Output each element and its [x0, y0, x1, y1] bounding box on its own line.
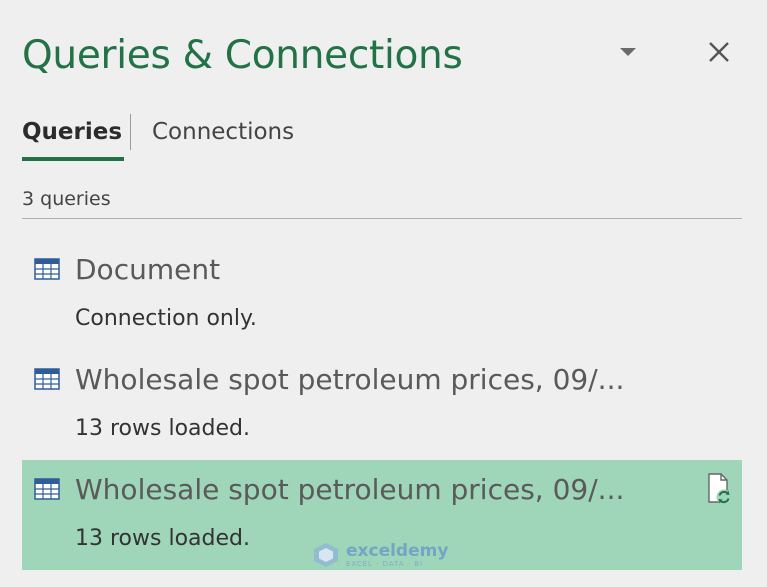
watermark-name: exceldemy — [346, 540, 449, 561]
query-status: 13 rows loaded. — [75, 526, 250, 551]
query-name: Document — [75, 253, 221, 286]
table-icon — [34, 478, 60, 500]
watermark-tagline: EXCEL · DATA · BI — [346, 559, 424, 568]
tab-connections[interactable]: Connections — [152, 112, 294, 152]
pane-options-dropdown[interactable] — [617, 44, 639, 60]
table-icon — [34, 258, 60, 280]
query-name: Wholesale spot petroleum prices, 09/... — [75, 363, 625, 396]
query-status: 13 rows loaded. — [75, 416, 250, 441]
query-name: Wholesale spot petroleum prices, 09/... — [75, 473, 625, 506]
refresh-icon[interactable] — [706, 472, 732, 506]
tab-queries[interactable]: Queries — [22, 112, 125, 161]
pane-title: Queries & Connections — [22, 33, 463, 78]
exceldemy-watermark: exceldemy EXCEL · DATA · BI — [312, 540, 454, 570]
exceldemy-logo — [314, 543, 338, 567]
query-count: 3 queries — [22, 188, 111, 210]
chevron-down-icon — [620, 48, 636, 56]
query-item-wholesale-1[interactable]: Wholesale spot petroleum prices, 09/... … — [22, 352, 742, 452]
table-icon — [34, 368, 60, 390]
query-status: Connection only. — [75, 306, 257, 331]
tab-divider — [130, 114, 131, 150]
query-item-document[interactable]: Document Connection only. — [22, 242, 742, 342]
close-button[interactable] — [705, 38, 733, 66]
close-icon — [709, 42, 729, 62]
divider — [22, 218, 742, 219]
